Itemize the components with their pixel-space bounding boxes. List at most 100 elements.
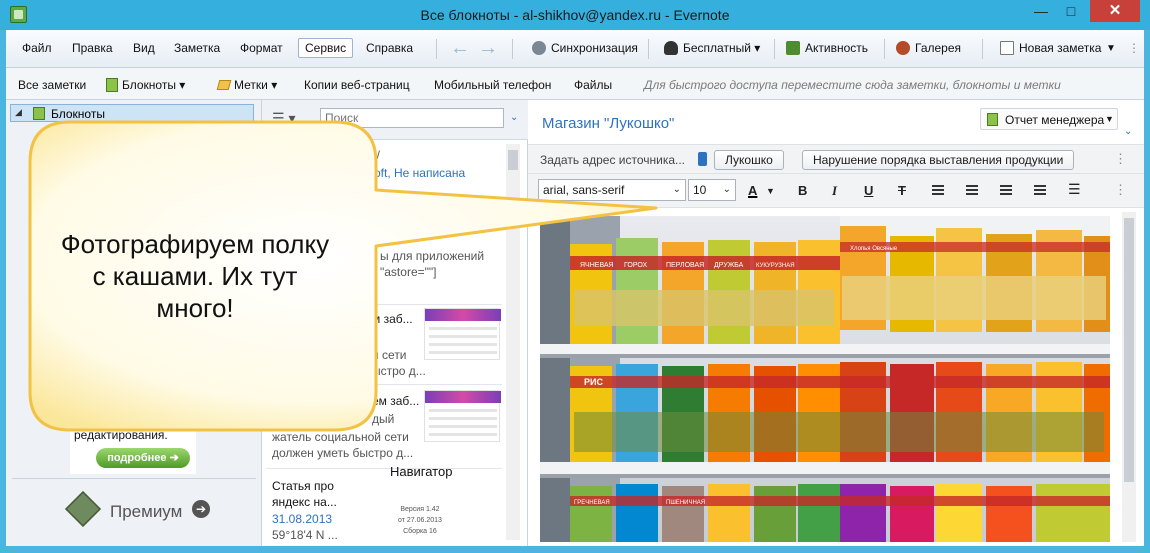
notebook-icon: [987, 113, 998, 126]
font-size-value: 10: [693, 183, 707, 197]
italic-button[interactable]: I: [832, 183, 837, 199]
premium-arrow-icon[interactable]: ➔: [192, 500, 210, 518]
bold-button[interactable]: B: [798, 183, 807, 198]
new-note-dropdown-icon[interactable]: ▼: [1106, 43, 1116, 54]
sync-label: Синхронизация: [551, 41, 638, 55]
sync-button[interactable]: Синхронизация: [532, 41, 638, 55]
evernote-window: Все блокноты - al-shikhov@yandex.ru - Ev…: [0, 0, 1150, 553]
font-family-value: arial, sans-serif: [543, 183, 625, 197]
gallery-button[interactable]: Галерея: [896, 41, 961, 55]
sidebar-divider: [12, 478, 256, 479]
shortcut-web-clips[interactable]: Копии веб-страниц: [304, 78, 410, 92]
account-button[interactable]: Бесплатный ▾: [664, 41, 760, 55]
note-search[interactable]: ⌕: [320, 108, 552, 132]
align-left-icon[interactable]: [932, 185, 944, 195]
user-icon: [664, 41, 678, 55]
new-note-button[interactable]: Новая заметка: [1000, 41, 1101, 55]
box-label: Хлопья Овсяные: [850, 246, 898, 252]
meta-more-icon[interactable]: ⋮: [1114, 151, 1127, 167]
premium-badge-icon[interactable]: [64, 490, 102, 528]
note-title[interactable]: ем заб...: [372, 394, 419, 408]
note-title[interactable]: Статья про яндекс на...: [272, 478, 337, 510]
shortcut-files[interactable]: Файлы: [574, 78, 612, 92]
align-center-icon[interactable]: [966, 185, 978, 195]
shelf-photo[interactable]: ЯЧНЕВАЯ ГОРОХ ПЕРЛОВАЯ ДРУЖБА КУКУРУЗНАЯ…: [540, 216, 1110, 542]
strikethrough-button[interactable]: T: [898, 183, 906, 198]
editor-scrollbar-thumb[interactable]: [1124, 218, 1134, 482]
tree-expander-icon[interactable]: ◢: [15, 107, 22, 118]
underline-button[interactable]: U: [864, 183, 873, 198]
close-button[interactable]: ✕: [1090, 0, 1140, 22]
sidebar-scrollbar-thumb[interactable]: [246, 130, 254, 410]
notebook-icon: [33, 107, 45, 120]
note-separator: [266, 384, 502, 385]
menu-format[interactable]: Формат: [240, 41, 283, 55]
shortcut-notebooks[interactable]: Блокноты ▾: [106, 78, 185, 92]
promo-text: редактирования.: [74, 428, 168, 442]
menu-note[interactable]: Заметка: [174, 41, 220, 55]
note-title-field[interactable]: Магазин "Лукошко": [542, 115, 674, 132]
note-thumbnail[interactable]: [424, 308, 501, 360]
menu-file[interactable]: Файл: [22, 41, 52, 55]
collapse-chevron-icon[interactable]: ⌄: [1124, 126, 1132, 137]
tag-icon: [698, 152, 707, 166]
menu-help[interactable]: Справка: [366, 41, 413, 55]
toolbar-more-icon[interactable]: ⋮: [1128, 41, 1140, 55]
shortcut-all-notes[interactable]: Все заметки: [18, 78, 86, 92]
note-separator: [266, 304, 502, 305]
promo-more-button[interactable]: подробнее ➔: [96, 448, 190, 468]
shortcut-mobile[interactable]: Мобильный телефон: [434, 78, 551, 92]
premium-link[interactable]: Премиум: [110, 502, 182, 522]
menu-service[interactable]: Сервис: [298, 38, 354, 58]
align-justify-icon[interactable]: [1034, 185, 1046, 195]
editor-scrollbar[interactable]: [1122, 212, 1136, 542]
back-arrow-icon[interactable]: ←: [450, 37, 470, 60]
bullet-list-icon[interactable]: ☰: [1068, 181, 1081, 198]
sidebar-notebooks-label: Блокноты: [51, 107, 105, 121]
new-note-label: Новая заметка: [1019, 41, 1102, 55]
title-bar: Все блокноты - al-shikhov@yandex.ru - Ev…: [0, 0, 1150, 30]
forward-arrow-icon[interactable]: →: [478, 37, 498, 60]
thumb-meta-line: от 27.06.2013: [398, 517, 442, 524]
note-snippet: й сети: [372, 348, 407, 362]
notebook-selector[interactable]: Отчет менеджера ▼: [980, 108, 1118, 130]
sidebar-item-notebooks[interactable]: ◢ Блокноты: [10, 104, 254, 122]
tag-chip[interactable]: Лукошко: [714, 150, 784, 170]
toolbar-separator: [512, 39, 513, 59]
box-label: ГОРОХ: [624, 262, 647, 269]
shelf-row-bottom: [570, 484, 1110, 542]
font-size-select[interactable]: 10 ⌄: [688, 179, 736, 201]
note-title[interactable]: м заб...: [372, 312, 413, 326]
menu-view[interactable]: Вид: [133, 41, 155, 55]
shortcut-tags[interactable]: Метки ▾: [216, 78, 277, 92]
sidebar-scrollbar[interactable]: [244, 126, 256, 426]
minimize-button[interactable]: —: [1026, 0, 1056, 22]
note-list-scrollbar[interactable]: [506, 144, 520, 540]
collapse-chevron-icon[interactable]: ⌄: [510, 112, 518, 123]
view-options-icon[interactable]: ☰ ▾: [272, 110, 295, 127]
font-color-button[interactable]: A: [748, 183, 757, 198]
source-url-field[interactable]: Задать адрес источника...: [540, 153, 685, 167]
activity-button[interactable]: Активность: [786, 41, 868, 55]
align-right-icon[interactable]: [1000, 185, 1012, 195]
box-label: ЯЧНЕВАЯ: [580, 262, 614, 269]
shortcut-notebooks-label: Блокноты: [122, 78, 176, 92]
note-snippet: дый: [372, 412, 395, 426]
font-family-select[interactable]: arial, sans-serif ⌄: [538, 179, 686, 201]
search-input[interactable]: [325, 111, 475, 125]
format-more-icon[interactable]: ⋮: [1114, 182, 1127, 198]
shortcuts-bar: Все заметки Блокноты ▾ Метки ▾ Копии веб…: [6, 68, 1144, 100]
note-list-scrollbar-thumb[interactable]: [508, 150, 518, 170]
font-color-dropdown-icon[interactable]: ▼: [766, 186, 775, 196]
toolbar-separator: [436, 39, 437, 59]
maximize-button[interactable]: □: [1056, 0, 1086, 22]
menu-edit[interactable]: Правка: [72, 41, 113, 55]
note-title-line: Статья про: [272, 479, 334, 493]
note-thumbnail-title: Навигатор: [390, 464, 453, 479]
sync-icon: [532, 41, 546, 55]
note-thumbnail-meta: Версия 1.42 от 27.06.2013 Сборка 16: [398, 504, 442, 537]
toolbar-separator: [884, 39, 885, 59]
tag-chip[interactable]: Нарушение порядка выставления продукции: [802, 150, 1075, 170]
activity-icon: [786, 41, 800, 55]
note-thumbnail[interactable]: [424, 390, 501, 442]
